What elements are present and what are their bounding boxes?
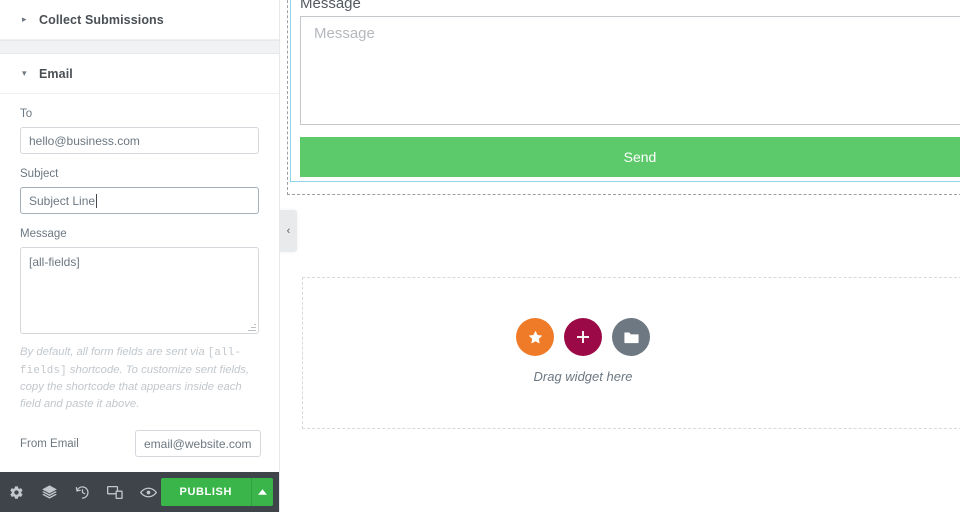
plus-icon (577, 331, 589, 343)
gear-icon[interactable] (0, 472, 33, 512)
control-to: To hello@business.com (0, 108, 279, 154)
section-header-collect-submissions[interactable]: ▸ Collect Submissions (0, 0, 279, 40)
chevron-left-icon: ‹ (286, 224, 291, 237)
folder-icon (623, 332, 639, 343)
help-part1: By default, all form fields are sent via (20, 346, 208, 358)
widget-dropzone[interactable]: Drag widget here (302, 277, 960, 429)
subject-input[interactable]: Subject Line (20, 187, 259, 214)
control-label-subject: Subject (20, 168, 59, 180)
control-from-email: From Email email@website.com (0, 430, 279, 458)
form-widget-selected[interactable]: Message Message Send (290, 0, 960, 182)
editor-bottom-bar: PUBLISH (0, 472, 279, 512)
add-section-button[interactable] (564, 318, 602, 356)
control-label-from-email: From Email (20, 437, 79, 450)
editor-canvas: ‹ Message Message Send Drag widget here (280, 0, 960, 512)
form-section-outline[interactable]: Message Message Send (287, 0, 960, 195)
publish-button[interactable]: PUBLISH (160, 478, 251, 506)
preview-message-textarea[interactable]: Message (300, 16, 960, 125)
preview-textarea-placeholder: Message (314, 25, 375, 42)
chevron-right-icon: ▸ (22, 14, 27, 24)
layers-icon[interactable] (33, 472, 66, 512)
control-message: Message [all-fields] (0, 228, 279, 334)
section-title: Email (39, 66, 73, 81)
message-help-text: By default, all form fields are sent via… (0, 344, 279, 412)
subject-input-value: Subject Line (29, 193, 96, 208)
dropzone-label: Drag widget here (533, 369, 633, 384)
settings-panel: ▸ Collect Submissions ▾ Email To hello@b… (0, 0, 280, 512)
panel-collapse-handle[interactable]: ‹ (280, 210, 297, 252)
chevron-down-icon: ▾ (22, 68, 27, 78)
responsive-icon[interactable] (99, 472, 132, 512)
templates-folder-button[interactable] (612, 318, 650, 356)
message-textarea[interactable]: [all-fields] (20, 247, 259, 334)
preview-send-button[interactable]: Send (300, 137, 960, 177)
control-subject: Subject Subject Line (0, 168, 279, 214)
dropzone-inner: Drag widget here (303, 318, 863, 384)
section-title: Collect Submissions (39, 12, 164, 27)
preview-field-label: Message (300, 0, 361, 12)
preview-send-label: Send (623, 149, 657, 165)
from-email-input[interactable]: email@website.com (135, 430, 261, 458)
text-cursor (96, 193, 98, 208)
message-textarea-value: [all-fields] (29, 255, 80, 269)
resize-handle-icon[interactable] (248, 323, 256, 331)
section-header-email[interactable]: ▾ Email (0, 54, 279, 94)
dropzone-buttons (516, 318, 650, 356)
control-label-to: To (20, 108, 33, 120)
favorites-star-button[interactable] (516, 318, 554, 356)
history-icon[interactable] (66, 472, 99, 512)
control-label-message: Message (20, 228, 67, 240)
elementor-editor: ▸ Collect Submissions ▾ Email To hello@b… (0, 0, 960, 512)
star-icon (528, 330, 542, 344)
to-input[interactable]: hello@business.com (20, 127, 259, 154)
publish-options-caret-icon[interactable] (251, 478, 273, 506)
section-divider (0, 40, 279, 54)
